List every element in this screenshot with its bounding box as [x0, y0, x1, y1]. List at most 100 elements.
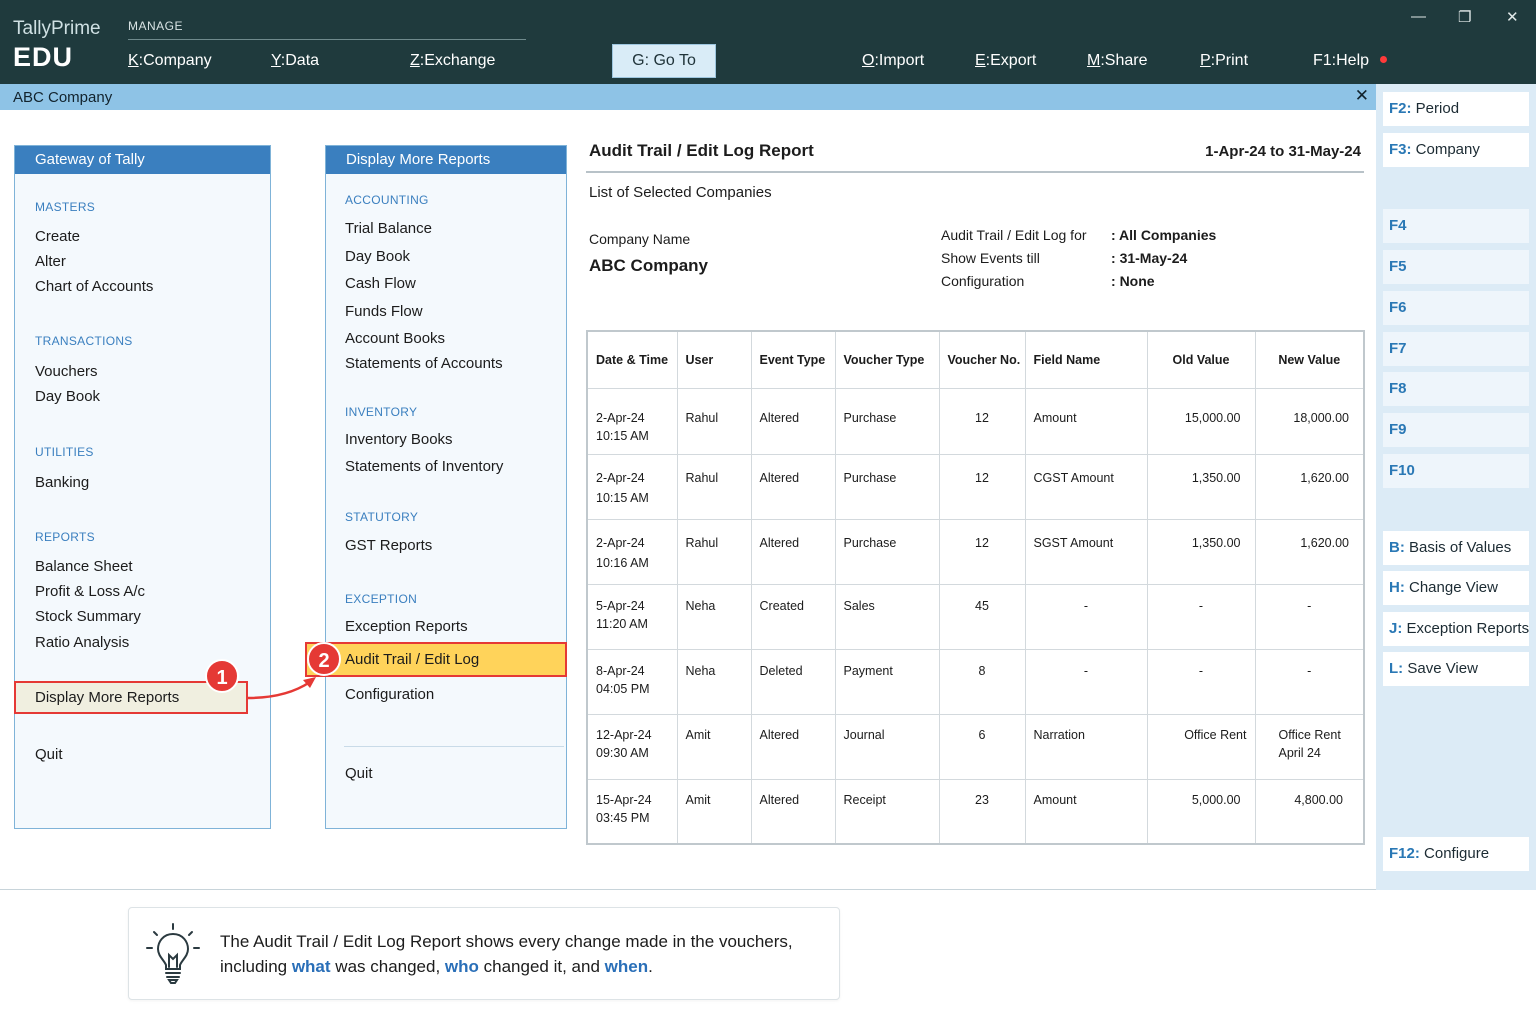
menu-item-stock-summary[interactable]: Stock Summary [35, 608, 141, 625]
table-row[interactable]: 5-Apr-24 11:20 AM Neha Created Sales 45 -… [586, 583, 1365, 650]
company-name-label: Company Name [589, 231, 691, 247]
menu-item-create[interactable]: Create [35, 228, 80, 245]
section-accounting: ACCOUNTING [345, 193, 429, 207]
step-badge-1: 1 [205, 659, 239, 693]
menu-item-vouchers[interactable]: Vouchers [35, 363, 98, 380]
section-transactions: TRANSACTIONS [35, 334, 133, 348]
menu-item-ratio-analysis[interactable]: Ratio Analysis [35, 634, 129, 651]
minimize-icon[interactable]: — [1411, 8, 1426, 25]
col-old-value[interactable]: Old Value [1146, 330, 1256, 389]
divider [344, 746, 564, 747]
menu-export[interactable]: E:Export [975, 52, 1036, 70]
tip-box: The Audit Trail / Edit Log Report shows … [128, 907, 840, 1000]
right-button-panel: F2: Period F3: Company F4 F5 F6 F7 F8 F9… [1376, 84, 1536, 890]
report-title: Audit Trail / Edit Log Report [589, 141, 814, 160]
param-label-configuration: Configuration [941, 273, 1025, 289]
arrow-icon [247, 677, 316, 700]
col-voucher-type[interactable]: Voucher Type [834, 330, 940, 389]
menu-item-statements-of-inventory[interactable]: Statements of Inventory [345, 458, 503, 475]
menu-item-balance-sheet[interactable]: Balance Sheet [35, 558, 133, 575]
menu-share[interactable]: M:Share [1087, 52, 1147, 70]
menu-item-audit-trail-edit-log[interactable]: Audit Trail / Edit Log [305, 642, 567, 677]
f6-button[interactable]: F6 [1383, 291, 1529, 325]
menu-company[interactable]: K:Company [128, 52, 212, 70]
menu-print[interactable]: P:Print [1200, 52, 1248, 70]
table-row[interactable]: 2-Apr-24 10:15 AM Rahul Altered Purchase … [586, 453, 1365, 520]
notification-dot [1380, 56, 1387, 63]
gateway-panel: Gateway of Tally MASTERS Create Alter Ch… [14, 145, 271, 829]
menu-item-inventory-books[interactable]: Inventory Books [345, 431, 453, 448]
menu-item-quit[interactable]: Quit [35, 746, 63, 763]
menu-item-quit-2[interactable]: Quit [345, 765, 373, 782]
param-value-configuration: : None [1111, 273, 1155, 289]
restore-icon[interactable]: ❐ [1458, 8, 1471, 26]
table-row[interactable]: 15-Apr-24 03:45 PM Amit Altered Receipt 2… [586, 778, 1365, 845]
section-statutory: STATUTORY [345, 510, 419, 524]
menu-item-profit-loss[interactable]: Profit & Loss A/c [35, 583, 145, 600]
menu-item-chart-of-accounts[interactable]: Chart of Accounts [35, 278, 153, 295]
section-exception: EXCEPTION [345, 592, 418, 606]
table-row[interactable]: 12-Apr-24 09:30 AM Amit Altered Journal 6… [586, 713, 1365, 780]
menu-item-alter[interactable]: Alter [35, 253, 66, 270]
menu-exchange[interactable]: Z:Exchange [410, 52, 495, 70]
menu-item-gst-reports[interactable]: GST Reports [345, 537, 432, 554]
menu-item-day-book-2[interactable]: Day Book [345, 248, 410, 265]
save-view-button[interactable]: L: Save View [1383, 652, 1529, 686]
manage-section-label: MANAGE [128, 19, 184, 33]
f12-configure-button[interactable]: F12: Configure [1383, 837, 1529, 871]
report-divider [586, 171, 1364, 173]
menu-item-banking[interactable]: Banking [35, 474, 89, 491]
report-period: 1-Apr-24 to 31-May-24 [1205, 143, 1361, 160]
display-more-title: Display More Reports [326, 146, 566, 174]
f10-button[interactable]: F10 [1383, 454, 1529, 488]
param-label-show-events: Show Events till [941, 250, 1040, 266]
lightbulb-icon [146, 923, 200, 984]
menu-import[interactable]: O:Import [862, 52, 924, 70]
section-masters: MASTERS [35, 200, 96, 214]
f5-button[interactable]: F5 [1383, 250, 1529, 284]
col-new-value[interactable]: New Value [1254, 330, 1365, 389]
f3-company-button[interactable]: F3: Company [1383, 133, 1529, 167]
table-row[interactable]: 8-Apr-24 04:05 PM Neha Deleted Payment 8 … [586, 648, 1365, 715]
menu-item-account-books[interactable]: Account Books [345, 330, 445, 347]
top-bar: TallyPrime EDU MANAGE K:Company Y:Data Z… [0, 0, 1536, 84]
close-window-icon[interactable]: ✕ [1506, 8, 1519, 26]
col-user[interactable]: User [676, 330, 752, 389]
menu-item-trial-balance[interactable]: Trial Balance [345, 220, 432, 237]
change-view-button[interactable]: H: Change View [1383, 571, 1529, 605]
company-title: ABC Company [13, 89, 113, 106]
audit-log-table: Date & Time User Event Type Voucher Type… [586, 330, 1365, 845]
menu-item-day-book[interactable]: Day Book [35, 388, 100, 405]
section-reports: REPORTS [35, 530, 95, 544]
f8-button[interactable]: F8 [1383, 372, 1529, 406]
f4-button[interactable]: F4 [1383, 209, 1529, 243]
menu-item-funds-flow[interactable]: Funds Flow [345, 303, 423, 320]
table-row[interactable]: 2-Apr-24 10:15 AM Rahul Altered Purchase … [586, 387, 1365, 455]
goto-button[interactable]: G: Go To [612, 44, 716, 78]
table-row[interactable]: 2-Apr-24 10:16 AM Rahul Altered Purchase … [586, 518, 1365, 585]
col-event-type[interactable]: Event Type [750, 330, 836, 389]
basis-of-values-button[interactable]: B: Basis of Values [1383, 531, 1529, 565]
section-utilities: UTILITIES [35, 445, 94, 459]
company-bar: ABC Company ✕ [0, 84, 1376, 110]
menu-help[interactable]: F1:Help [1313, 52, 1369, 70]
brand-edition: EDU [13, 42, 74, 72]
param-value-audit-for: : All Companies [1111, 227, 1217, 243]
param-label-audit-for: Audit Trail / Edit Log for [941, 227, 1087, 243]
menu-item-cash-flow[interactable]: Cash Flow [345, 275, 416, 292]
menu-item-exception-reports[interactable]: Exception Reports [345, 618, 468, 635]
col-field-name[interactable]: Field Name [1024, 330, 1148, 389]
exception-reports-button[interactable]: J: Exception Reports [1383, 612, 1529, 646]
col-voucher-no[interactable]: Voucher No. [938, 330, 1026, 389]
table-header: Date & Time User Event Type Voucher Type… [586, 330, 1365, 389]
menu-data[interactable]: Y:Data [271, 52, 319, 70]
f9-button[interactable]: F9 [1383, 413, 1529, 447]
col-date-time[interactable]: Date & Time [586, 330, 678, 389]
f7-button[interactable]: F7 [1383, 332, 1529, 366]
menu-item-configuration[interactable]: Configuration [345, 686, 434, 703]
report-subtitle: List of Selected Companies [589, 184, 772, 201]
close-report-icon[interactable]: ✕ [1355, 86, 1369, 106]
menu-item-statements-of-accounts[interactable]: Statements of Accounts [345, 355, 503, 372]
step-badge-2: 2 [307, 642, 341, 676]
f2-period-button[interactable]: F2: Period [1383, 92, 1529, 126]
